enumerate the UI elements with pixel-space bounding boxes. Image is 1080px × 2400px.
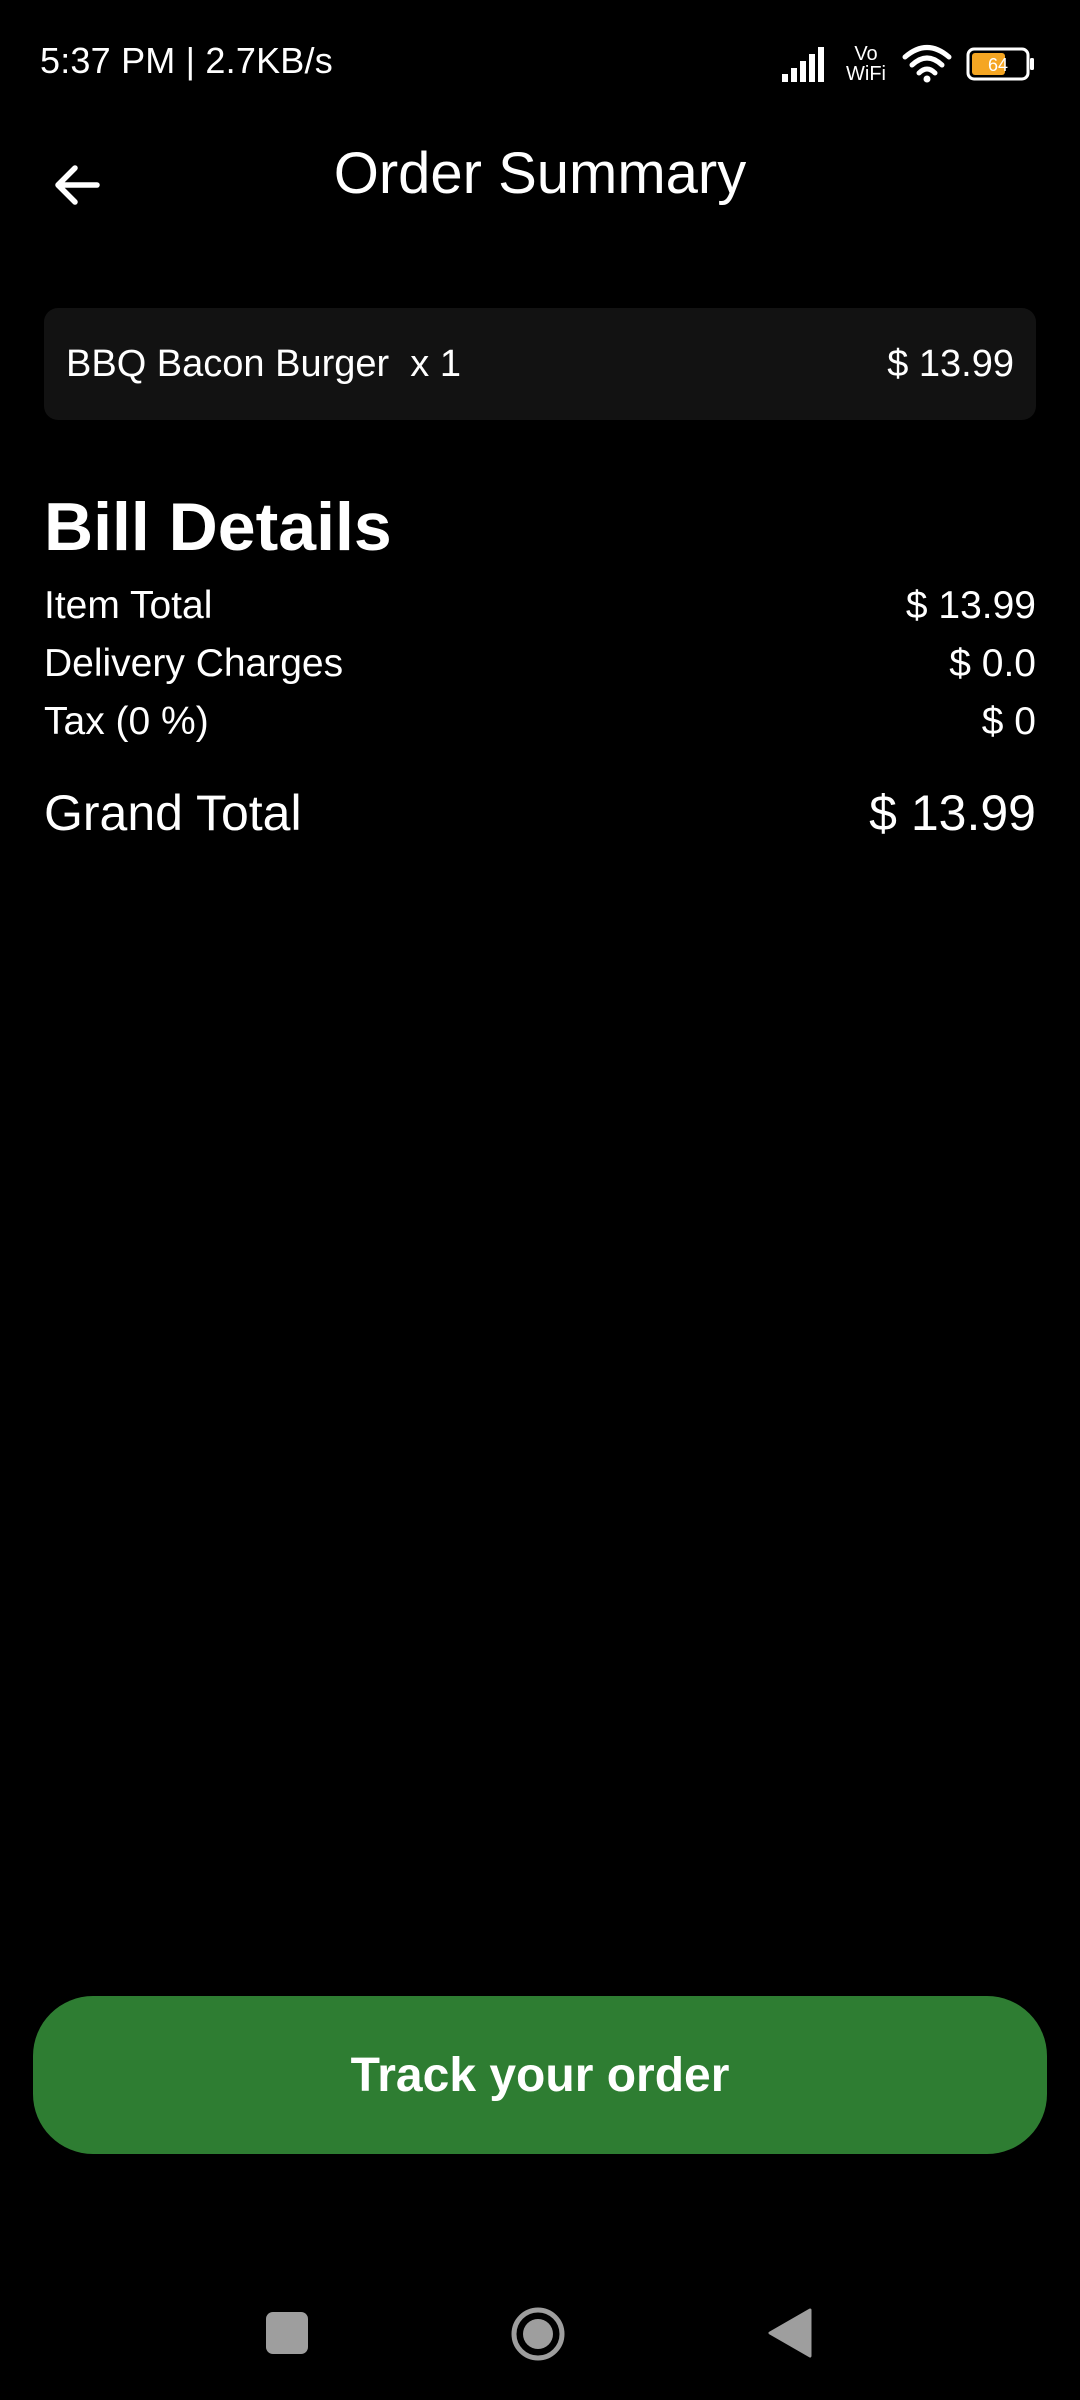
grand-total-label: Grand Total (44, 785, 302, 841)
status-bar: 5:37 PM | 2.7KB/s Vo WiFi 64 (0, 0, 1080, 130)
order-item-name: BBQ Bacon Burger x 1 (66, 342, 461, 385)
bill-row-item-total: Item Total $ 13.99 (44, 584, 1036, 628)
bill-row-value: $ 0.0 (949, 642, 1036, 685)
status-icons: Vo WiFi 64 (780, 36, 1036, 92)
battery-level-text: 64 (988, 55, 1008, 75)
bill-row-value: $ 0 (981, 700, 1036, 743)
bill-details-title: Bill Details (44, 489, 392, 565)
page-title: Order Summary (333, 141, 747, 206)
status-time-speed: 5:37 PM | 2.7KB/s (40, 40, 333, 81)
bill-row-label: Delivery Charges (44, 642, 344, 685)
grand-total-value: $ 13.99 (869, 785, 1036, 841)
back-triangle-icon[interactable] (766, 2306, 812, 2360)
vowifi-top-label: Vo (854, 43, 878, 65)
app-header: Order Summary (0, 130, 1080, 230)
bill-row-delivery-charges: Delivery Charges $ 0.0 (44, 642, 1036, 686)
battery-icon: 64 (966, 47, 1034, 81)
wifi-icon (902, 45, 952, 83)
bill-row-tax: Tax (0 %) $ 0 (44, 700, 1036, 744)
home-circle-icon[interactable] (510, 2306, 566, 2362)
bill-row-value: $ 13.99 (905, 584, 1036, 627)
system-nav-bar (0, 2270, 1080, 2400)
order-item-card: BBQ Bacon Burger x 1 $ 13.99 (44, 308, 1036, 420)
bill-row-label: Tax (0 %) (44, 700, 209, 743)
bill-row-label: Item Total (44, 584, 213, 627)
grand-total-row: Grand Total $ 13.99 (44, 784, 1036, 842)
recents-square-icon[interactable] (266, 2312, 308, 2354)
signal-icon (782, 47, 824, 82)
track-order-button[interactable]: Track your order (33, 1996, 1047, 2154)
vowifi-bottom-label: WiFi (846, 63, 886, 85)
order-item-price: $ 13.99 (887, 342, 1014, 385)
vowifi-icon: Vo WiFi (844, 40, 888, 88)
